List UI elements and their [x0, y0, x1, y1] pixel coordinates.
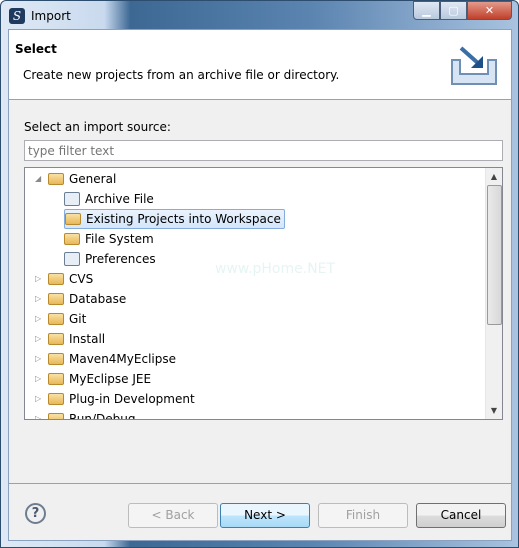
tree-item[interactable]: Git — [48, 309, 86, 329]
import-dialog: S Import ▁ ▢ ✕ Select Create new project… — [0, 0, 519, 548]
scroll-down-arrow-icon[interactable]: ▼ — [486, 402, 502, 419]
folder-icon — [64, 233, 80, 245]
window-title: Import — [31, 9, 71, 23]
import-source-tree: www.pHome.NET ◢ General Archive File Existi… — [24, 167, 503, 420]
tree-item[interactable]: Archive File — [64, 189, 154, 209]
tree-item-label: Maven4MyEclipse — [69, 352, 176, 366]
tree-item-label: MyEclipse JEE — [69, 372, 152, 386]
title-bar: S Import — [9, 5, 71, 27]
tree-item[interactable]: Install — [48, 329, 105, 349]
folder-icon — [48, 353, 64, 365]
help-icon[interactable]: ? — [25, 503, 46, 524]
maximize-button[interactable]: ▢ — [440, 1, 467, 20]
wizard-header: Select Create new projects from an archi… — [9, 30, 511, 100]
tree-item[interactable]: Plug-in Development — [48, 389, 195, 409]
expand-arrow-icon[interactable]: ▷ — [35, 314, 43, 323]
close-button[interactable]: ✕ — [467, 1, 512, 20]
project-folder-icon — [65, 213, 81, 225]
folder-icon — [48, 373, 64, 385]
tree-item-label: Install — [69, 332, 106, 346]
tree-item[interactable]: Run/Debug — [48, 409, 136, 420]
page-title: Select — [15, 42, 57, 56]
tree-item[interactable]: Database — [48, 289, 126, 309]
tree-item-label: Existing Projects into Workspace — [86, 212, 281, 226]
filter-input[interactable] — [24, 140, 503, 161]
expand-arrow-icon[interactable]: ▷ — [35, 374, 43, 383]
tree-item[interactable]: Preferences — [64, 249, 156, 269]
folder-icon — [48, 333, 64, 345]
back-button[interactable]: < Back — [128, 503, 218, 528]
import-source-label: Select an import source: — [24, 120, 171, 134]
folder-icon — [48, 273, 64, 285]
tree-item[interactable]: General — [48, 169, 116, 189]
app-icon: S — [9, 8, 25, 24]
tree-item[interactable]: File System — [64, 229, 154, 249]
tree-item-label: Preferences — [85, 252, 156, 266]
archive-icon — [64, 192, 80, 206]
finish-button[interactable]: Finish — [318, 503, 408, 528]
dialog-body: Select Create new projects from an archi… — [8, 29, 512, 541]
tree-item-label: CVS — [69, 272, 94, 286]
watermark: www.pHome.NET — [215, 261, 336, 277]
page-description: Create new projects from an archive file… — [23, 68, 340, 82]
expand-arrow-icon[interactable]: ▷ — [35, 334, 43, 343]
scrollbar-thumb[interactable] — [487, 185, 502, 325]
tree-item-label: File System — [85, 232, 154, 246]
preferences-icon — [64, 252, 80, 266]
expand-arrow-icon[interactable]: ▷ — [35, 394, 43, 403]
tree-item[interactable]: Existing Projects into Workspace — [64, 209, 285, 229]
folder-icon — [48, 413, 64, 419]
cancel-button[interactable]: Cancel — [416, 503, 506, 528]
folder-icon — [48, 313, 64, 325]
folder-icon — [48, 293, 64, 305]
tree-item-label: Git — [69, 312, 87, 326]
minimize-button[interactable]: ▁ — [413, 1, 440, 20]
tree-item-label: Run/Debug — [69, 412, 136, 420]
expand-arrow-icon[interactable]: ▷ — [35, 294, 43, 303]
tree-item[interactable]: MyEclipse JEE — [48, 369, 151, 389]
next-button[interactable]: Next > — [220, 503, 310, 528]
vertical-scrollbar[interactable]: ▲ ▼ — [485, 168, 502, 419]
expand-arrow-icon[interactable]: ▷ — [35, 414, 43, 419]
tree-item-label: Database — [69, 292, 127, 306]
import-wizard-icon — [451, 46, 497, 85]
tree-item[interactable]: CVS — [48, 269, 93, 289]
expand-arrow-icon[interactable]: ▷ — [35, 354, 43, 363]
folder-icon — [48, 173, 64, 185]
tree-item-label: General — [69, 172, 117, 186]
folder-icon — [48, 393, 64, 405]
tree-item[interactable]: Maven4MyEclipse — [48, 349, 176, 369]
expand-arrow-icon[interactable]: ▷ — [35, 274, 43, 283]
separator — [9, 483, 511, 484]
tree-item-label: Archive File — [85, 192, 154, 206]
scroll-up-arrow-icon[interactable]: ▲ — [486, 168, 502, 185]
tree-item-label: Plug-in Development — [69, 392, 195, 406]
collapse-arrow-icon[interactable]: ◢ — [35, 174, 43, 183]
